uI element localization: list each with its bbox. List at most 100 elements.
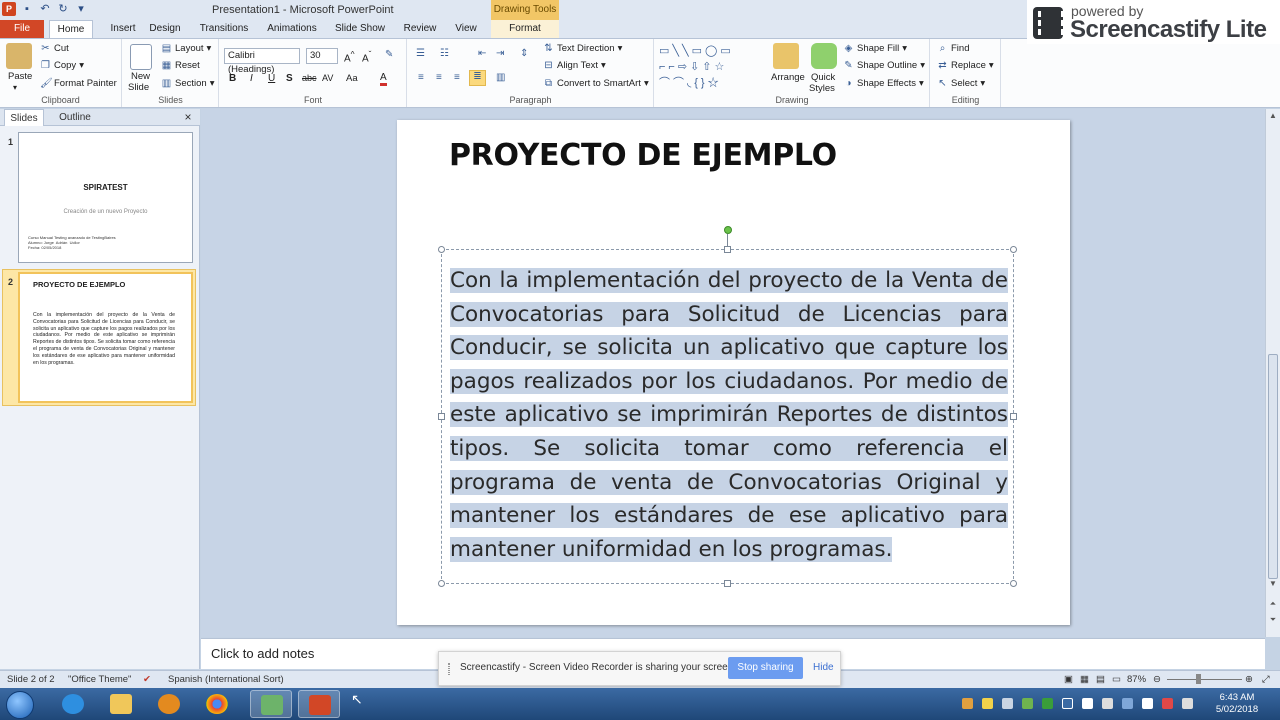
justify-icon[interactable]: ≣ [469,70,486,86]
numbering-icon[interactable]: ☷ [440,48,449,59]
drag-grip-icon[interactable] [448,663,450,675]
taskbar-powerpoint[interactable] [298,690,340,718]
zoom-in-icon[interactable]: ⊕ [1245,674,1253,685]
tray-green-icon[interactable] [1022,698,1033,709]
shadow-icon[interactable]: S [286,73,293,84]
redo-icon[interactable]: ↻ [56,2,70,16]
tray-volume-icon[interactable] [1182,698,1193,709]
tab-view[interactable]: View [451,20,481,38]
copy-button[interactable]: ❐ Copy ▾ [40,60,84,71]
tab-design[interactable]: Design [146,20,184,38]
shrink-font-icon[interactable]: Aˇ [362,49,371,64]
shape-outline-button[interactable]: ✎ Shape Outline ▾ [843,60,925,71]
slide-thumbnail-1[interactable]: SPIRATEST Creación de un nuevo Proyecto … [18,132,193,263]
tray-flag-icon[interactable] [1082,698,1093,709]
start-button-icon[interactable] [6,691,34,719]
tray-battery-icon[interactable] [1122,698,1133,709]
clear-formatting-icon[interactable]: ✎ [385,49,393,60]
reset-button[interactable]: ▦ Reset [161,60,200,71]
shapes-gallery[interactable]: ▭╲╲▭◯▭ ⌐⌐⇨⇩⇧☆ ⌒⌒◟{}☆ [659,43,759,91]
quick-styles-icon[interactable] [811,43,837,69]
shape-effects-button[interactable]: ◑ Shape Effects ▾ [843,78,923,89]
save-icon[interactable]: ▪ [20,2,34,16]
taskbar-chrome[interactable] [196,690,238,718]
resize-handle-top[interactable] [724,246,731,253]
customize-qat-icon[interactable]: ▾ [74,2,88,16]
layout-button[interactable]: ▤ Layout ▾ [161,43,212,54]
arrange-icon[interactable] [773,43,799,69]
replace-button[interactable]: ⇄ Replace ▾ [937,60,993,71]
tab-format[interactable]: Format [491,20,559,38]
tab-insert[interactable]: Insert [104,20,142,38]
zoom-out-icon[interactable]: ⊖ [1153,674,1161,685]
taskbar-clock[interactable]: 6:43 AM 5/02/2018 [1212,692,1262,716]
stop-sharing-button[interactable]: Stop sharing [728,657,803,679]
undo-icon[interactable]: ↶ [38,2,52,16]
body-text-box[interactable]: Con la implementación del proyecto de la… [438,246,1017,587]
quick-styles-button[interactable]: Quick [811,72,835,83]
normal-view-icon[interactable]: ▣ [1064,674,1073,685]
paste-dropdown-icon[interactable]: ▾ [13,83,17,92]
arrange-button[interactable]: Arrange [771,72,805,83]
resize-handle-bottom[interactable] [724,580,731,587]
tab-transitions[interactable]: Transitions [198,20,250,38]
change-case-icon[interactable]: Aa [346,73,358,84]
resize-handle-top-left[interactable] [438,246,445,253]
font-name-combo[interactable]: Calibri (Headings) [224,48,300,75]
tray-shield-icon[interactable] [1042,698,1053,709]
scroll-down-icon[interactable]: ▼ [1266,579,1280,588]
resize-handle-bottom-right[interactable] [1010,580,1017,587]
zoom-slider[interactable] [1167,679,1242,680]
tab-outline[interactable]: Outline [50,109,100,126]
tab-slides[interactable]: Slides [4,109,44,126]
previous-slide-icon[interactable]: ⏶ [1266,599,1280,609]
font-size-combo[interactable]: 30 [306,48,338,64]
slide-sorter-icon[interactable]: ▦ [1080,674,1089,685]
new-slide-icon[interactable] [130,44,152,70]
tab-animations[interactable]: Animations [265,20,319,38]
tray-network-icon[interactable] [1062,698,1073,709]
close-icon[interactable]: × [182,109,194,126]
shape-fill-button[interactable]: ◈ Shape Fill ▾ [843,43,907,54]
new-slide-button-line2[interactable]: Slide [128,82,149,93]
italic-icon[interactable]: I [250,73,253,84]
find-button[interactable]: ⌕ Find [937,43,970,54]
fit-to-window-icon[interactable]: ⤢ [1262,674,1270,685]
tray-app-icon[interactable] [962,698,973,709]
font-color-icon[interactable]: A [380,72,387,86]
tab-home[interactable]: Home [49,20,93,38]
strikethrough-icon[interactable]: abc [302,73,317,83]
increase-indent-icon[interactable]: ⇥ [496,48,504,59]
zoom-level[interactable]: 87% [1127,674,1146,685]
text-direction-button[interactable]: ⇅ Text Direction ▾ [543,43,622,54]
tray-usb-icon[interactable] [1002,698,1013,709]
bold-icon[interactable]: B [229,73,236,84]
resize-handle-bottom-left[interactable] [438,580,445,587]
line-spacing-icon[interactable]: ⇕ [520,48,528,59]
paste-button[interactable]: Paste [8,71,32,82]
resize-handle-top-right[interactable] [1010,246,1017,253]
resize-handle-left[interactable] [438,413,445,420]
decrease-indent-icon[interactable]: ⇤ [478,48,486,59]
taskbar-file-explorer[interactable] [100,690,142,718]
convert-smartart-button[interactable]: ⧉ Convert to SmartArt ▾ [543,78,649,89]
tray-alert-icon[interactable] [1162,698,1173,709]
tray-wifi-icon[interactable] [1142,698,1153,709]
character-spacing-icon[interactable]: AV [322,73,333,83]
slide-title[interactable]: PROYECTO DE EJEMPLO [449,138,837,173]
format-painter-button[interactable]: 🖌 Format Painter [40,78,117,89]
next-slide-icon[interactable]: ⏷ [1266,615,1280,625]
taskbar-internet-explorer[interactable] [52,690,94,718]
tab-file[interactable]: File [0,20,44,38]
align-left-icon[interactable]: ≡ [418,72,424,83]
resize-handle-right[interactable] [1010,413,1017,420]
underline-icon[interactable]: U [268,73,275,84]
grow-font-icon[interactable]: A^ [344,49,355,64]
powerpoint-logo-icon[interactable]: P [2,2,16,16]
tab-review[interactable]: Review [401,20,439,38]
hide-button[interactable]: Hide [813,662,834,673]
taskbar-network-app[interactable] [250,690,292,718]
quick-styles-button-line2[interactable]: Styles [809,83,835,94]
new-slide-button[interactable]: New [131,71,150,82]
tab-slide-show[interactable]: Slide Show [333,20,387,38]
